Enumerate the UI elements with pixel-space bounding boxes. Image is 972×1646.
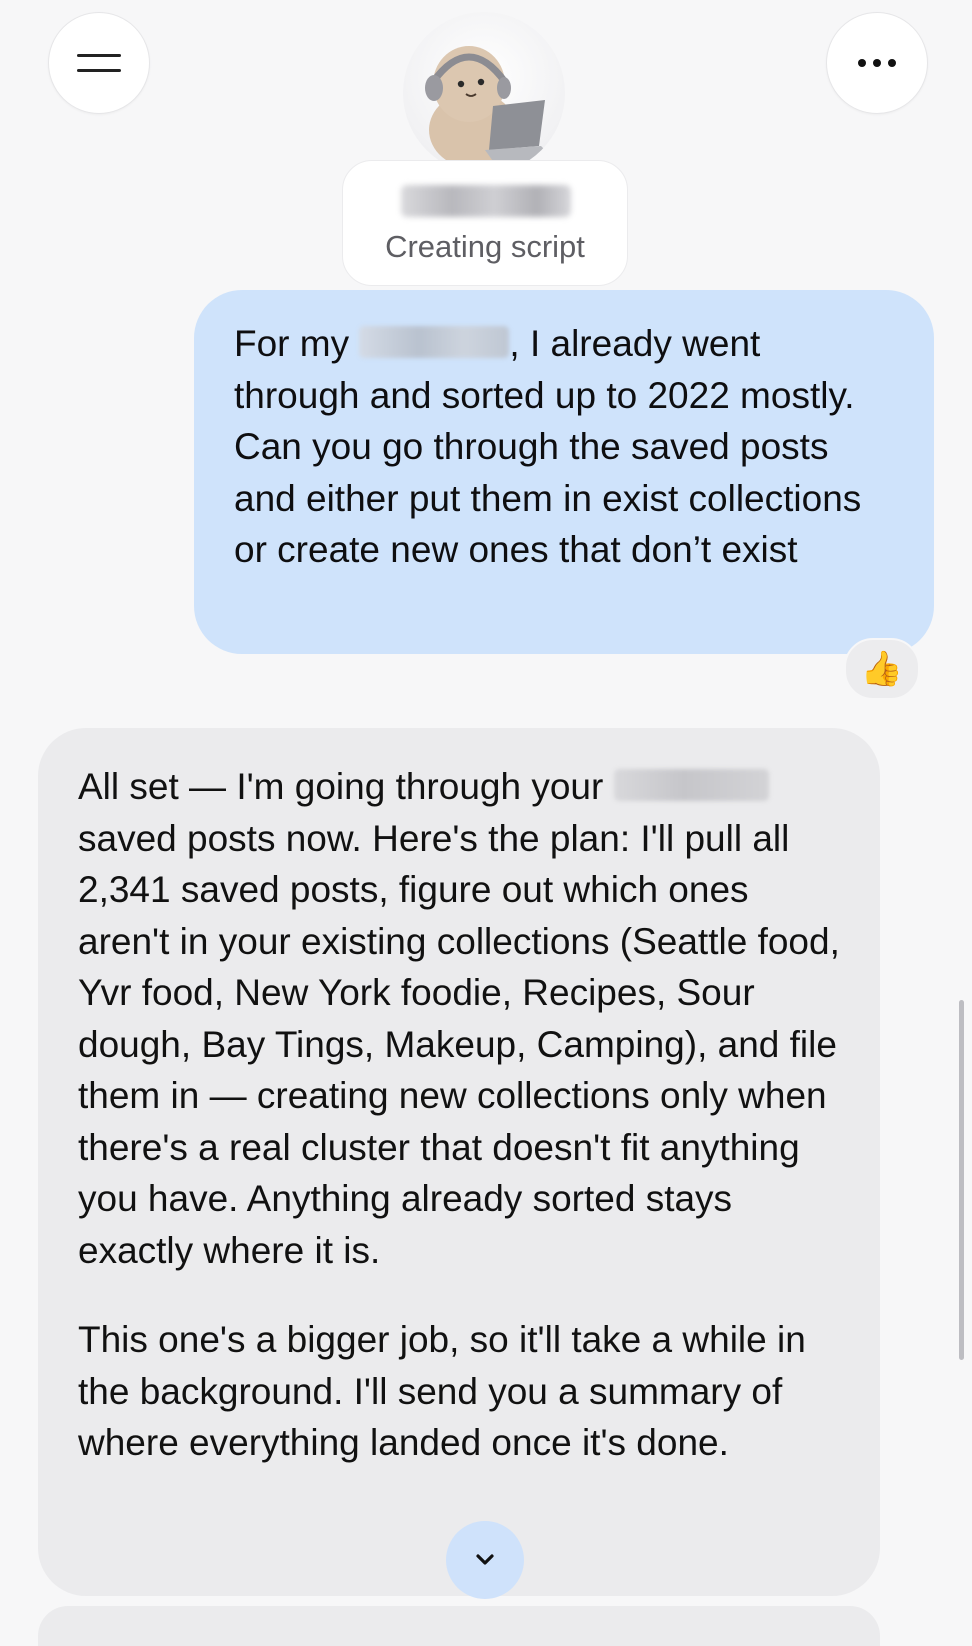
agent-avatar[interactable] [403,12,565,174]
redacted-text [359,326,510,358]
status-text: Creating script [385,229,585,264]
assistant-paragraph-2: This one's a bigger job, so it'll take a… [78,1319,806,1463]
assistant-paragraph-1: All set — I'm going through your saved p… [78,761,844,1276]
scrollbar-thumb[interactable] [959,1000,964,1360]
mascot-illustration [425,46,553,168]
assistant-text-end: saved posts now. Here's the plan: I'll p… [78,817,840,1271]
thumbs-up-reaction[interactable]: 👍 [844,638,920,700]
user-message-text-start: For my [234,323,360,364]
user-message-bubble[interactable]: For my , I already went through and sort… [194,290,934,654]
more-options-button[interactable] [826,12,928,114]
hamburger-icon [77,50,121,76]
assistant-text-start: All set — I'm going through your [78,766,614,807]
scroll-to-bottom-button[interactable] [446,1521,524,1599]
assistant-message-bubble[interactable]: All set — I'm going through your saved p… [38,728,880,1596]
menu-button[interactable] [48,12,150,114]
chevron-down-icon [476,1554,494,1565]
agent-status-pill: Creating script [342,160,628,286]
redacted-agent-name [401,185,571,217]
next-message-bubble [38,1606,880,1646]
redacted-text [613,769,769,801]
more-horizontal-icon [858,59,896,67]
